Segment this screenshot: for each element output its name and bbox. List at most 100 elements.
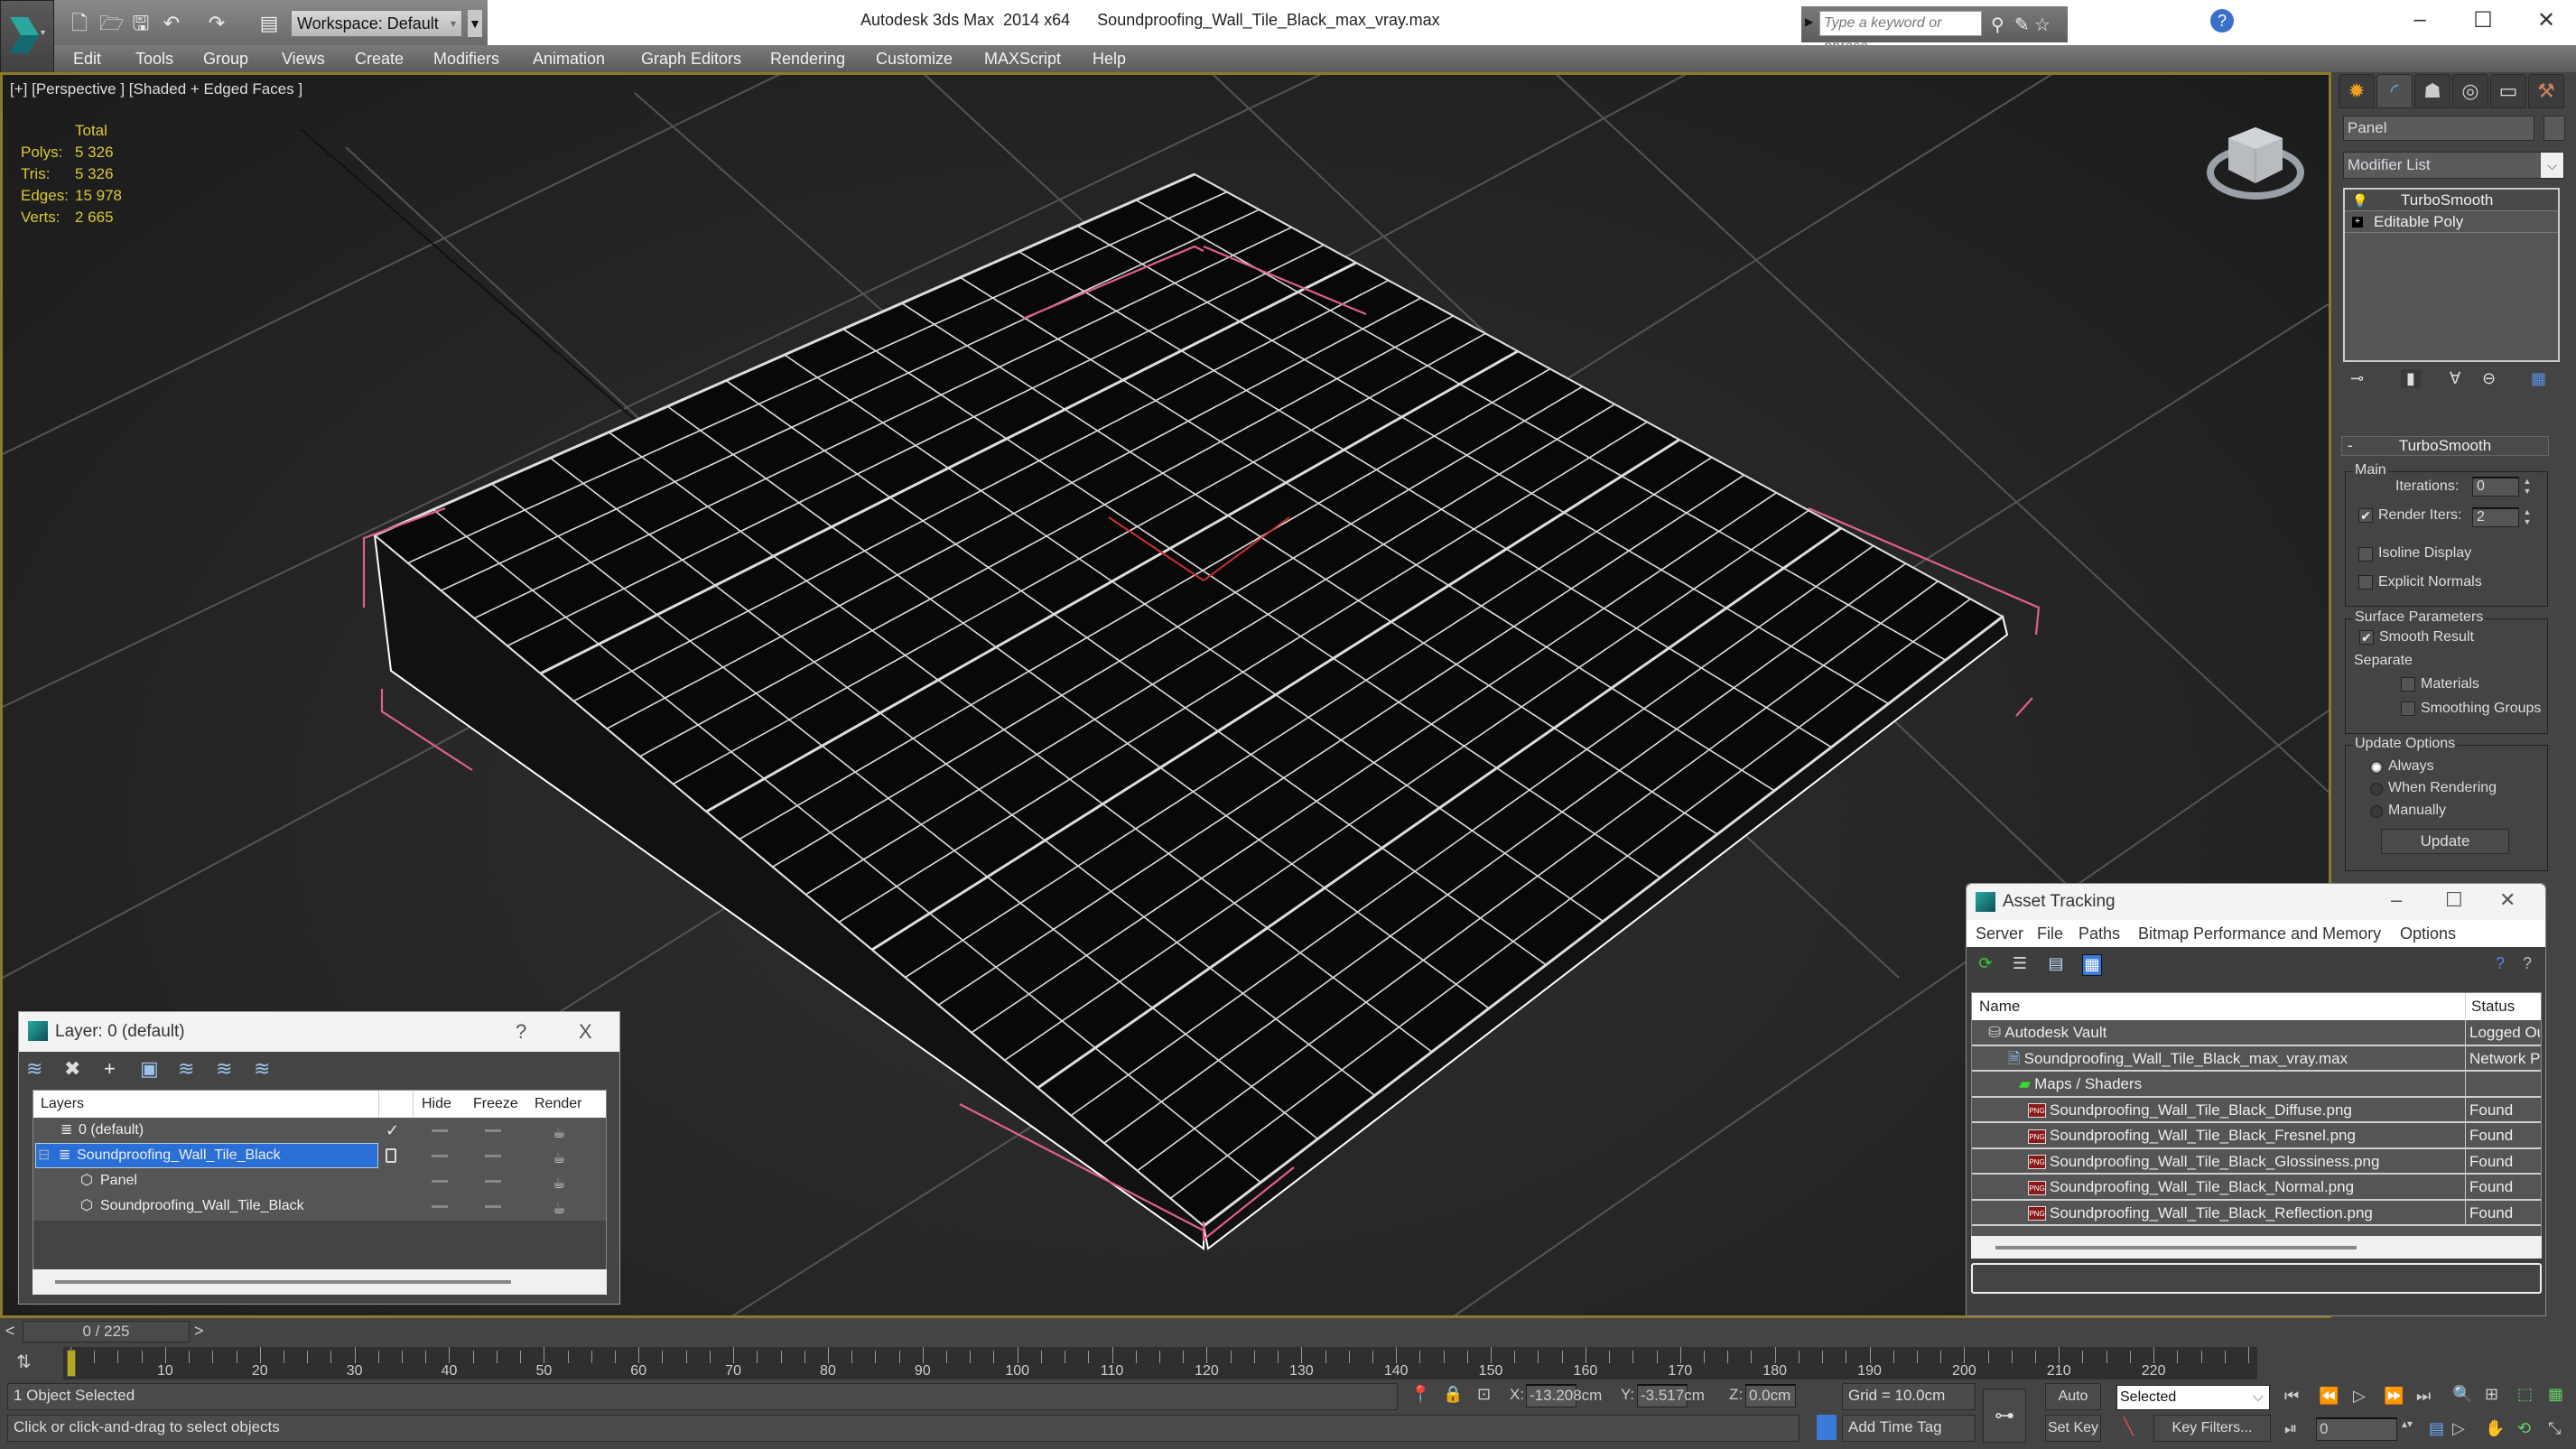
- isoline-display-checkbox[interactable]: [2358, 547, 2373, 562]
- column-layers[interactable]: Layers: [41, 1091, 84, 1118]
- display-tab-icon[interactable]: ▭: [2490, 74, 2526, 108]
- zoom-icon[interactable]: 🔍: [2452, 1385, 2472, 1404]
- key-mode-toggle-icon[interactable]: ⏯: [2284, 1419, 2297, 1438]
- menu-tools[interactable]: Tools: [135, 45, 173, 72]
- pan-hand-icon[interactable]: ✋: [2485, 1419, 2505, 1438]
- maximize-button[interactable]: ☐: [2465, 7, 2501, 33]
- render-teapot-icon[interactable]: ☕: [553, 1197, 565, 1222]
- key-mode-dropdown[interactable]: Selected ⌵: [2116, 1385, 2270, 1410]
- hide-toggle[interactable]: [432, 1205, 448, 1208]
- workspace-dropdown[interactable]: Workspace: Default ▾: [291, 10, 462, 37]
- search-input[interactable]: Type a keyword or phrase: [1819, 11, 1982, 54]
- object-color-swatch[interactable]: [2543, 116, 2565, 141]
- create-tab-icon[interactable]: ✹: [2339, 74, 2375, 108]
- horizontal-scrollbar[interactable]: [33, 1269, 607, 1295]
- freeze-toggle[interactable]: [485, 1180, 501, 1183]
- menu-edit[interactable]: Edit: [73, 45, 101, 72]
- column-freeze[interactable]: Freeze: [473, 1091, 518, 1118]
- motion-tab-icon[interactable]: ◎: [2452, 74, 2488, 108]
- binoculars-icon[interactable]: ⚲: [1991, 14, 2004, 36]
- scrollbar-thumb[interactable]: [1995, 1246, 2357, 1249]
- asset-tracking-titlebar[interactable]: Asset Tracking – ☐ ✕: [1967, 884, 2545, 920]
- favorites-star-icon[interactable]: ☆: [2034, 14, 2051, 36]
- hide-toggle[interactable]: [432, 1155, 448, 1157]
- column-render[interactable]: Render: [535, 1091, 581, 1118]
- menu-file[interactable]: File: [2037, 920, 2063, 947]
- maximize-viewport-icon[interactable]: ⤡: [2548, 1419, 2561, 1438]
- previous-frame-button[interactable]: <: [5, 1322, 15, 1341]
- stack-item-editable-poly[interactable]: + Editable Poly: [2345, 211, 2558, 233]
- asset-row[interactable]: PNG Soundproofing_Wall_Tile_Black_Diffuse…: [1972, 1097, 2541, 1123]
- redo-icon[interactable]: ↷: [206, 13, 228, 34]
- iterations-spinner[interactable]: 0: [2472, 477, 2519, 497]
- freeze-toggle[interactable]: [485, 1155, 501, 1157]
- update-when-rendering-radio[interactable]: [2370, 783, 2383, 795]
- time-slider[interactable]: < 0 / 225 >: [0, 1318, 2576, 1345]
- asset-row[interactable]: PNG Soundproofing_Wall_Tile_Black_Normal.…: [1972, 1175, 2541, 1201]
- help-icon[interactable]: ?: [2210, 9, 2234, 33]
- menu-paths[interactable]: Paths: [2078, 920, 2120, 947]
- menu-modifiers[interactable]: Modifiers: [433, 45, 499, 72]
- key-filters-button[interactable]: Key Filters...: [2153, 1415, 2271, 1442]
- layer-properties-icon[interactable]: ≋: [254, 1057, 270, 1081]
- menu-bitmap-performance[interactable]: Bitmap Performance and Memory: [2138, 920, 2381, 947]
- highlight-selected-layer-icon[interactable]: ≋: [178, 1057, 194, 1081]
- column-status[interactable]: Status: [2471, 993, 2515, 1020]
- hide-freeze-all-icon[interactable]: ≋: [216, 1057, 232, 1081]
- zoom-extents-all-icon[interactable]: ▦: [2548, 1385, 2563, 1404]
- pin-stack-icon[interactable]: ⊸: [2350, 369, 2364, 388]
- explicit-normals-checkbox[interactable]: [2358, 575, 2373, 590]
- workspace-more-button[interactable]: ▼: [468, 10, 482, 37]
- update-manually-radio[interactable]: [2370, 805, 2383, 818]
- spinner-arrows-icon[interactable]: ▴▾: [2402, 1417, 2413, 1430]
- tree-view-icon[interactable]: ▤: [2046, 954, 2066, 976]
- close-button[interactable]: X: [579, 1012, 592, 1052]
- menu-server[interactable]: Server: [1976, 920, 2023, 947]
- auto-key-button[interactable]: Auto Key: [2045, 1383, 2101, 1429]
- expand-plus-icon[interactable]: +: [2352, 217, 2363, 228]
- menu-animation[interactable]: Animation: [533, 45, 605, 72]
- save-icon[interactable]: 🖫: [130, 13, 152, 34]
- hide-toggle[interactable]: [432, 1180, 448, 1183]
- viewport-label-menu[interactable]: [+] [Perspective ] [Shaded + Edged Faces…: [10, 80, 302, 98]
- object-row[interactable]: ⬡ Soundproofing_Wall_Tile_Black ☕: [33, 1194, 606, 1219]
- smoothing-groups-checkbox[interactable]: [2401, 701, 2415, 716]
- select-objects-in-layer-icon[interactable]: ▣: [140, 1057, 159, 1081]
- smooth-result-checkbox[interactable]: ✔: [2359, 630, 2374, 645]
- x-coordinate-field[interactable]: -13.208cm: [1526, 1384, 1602, 1407]
- configure-sets-icon[interactable]: ▦: [2531, 369, 2546, 388]
- undo-icon[interactable]: ↶: [161, 13, 182, 34]
- menu-graph-editors[interactable]: Graph Editors: [641, 45, 741, 72]
- utilities-tab-icon[interactable]: ⚒: [2528, 74, 2564, 108]
- asset-row[interactable]: PNG Soundproofing_Wall_Tile_Black_Reflect…: [1972, 1200, 2541, 1226]
- active-layer-checkmark-icon[interactable]: ✓: [386, 1118, 399, 1143]
- isolate-selection-icon[interactable]: 📍: [1410, 1385, 1430, 1404]
- menu-group[interactable]: Group: [203, 45, 248, 72]
- column-hide[interactable]: Hide: [422, 1091, 451, 1118]
- transform-type-in-icon[interactable]: ⊡: [1477, 1385, 1491, 1404]
- hierarchy-tab-icon[interactable]: ☗: [2414, 74, 2450, 108]
- key-tangent-icon[interactable]: ╲: [2124, 1417, 2134, 1436]
- menu-customize[interactable]: Customize: [876, 45, 953, 72]
- menu-rendering[interactable]: Rendering: [770, 45, 845, 72]
- go-to-end-icon[interactable]: ⏭: [2416, 1387, 2431, 1406]
- layer-dialog-titlebar[interactable]: Layer: 0 (default) ? X: [19, 1012, 619, 1052]
- asset-row[interactable]: PNG Soundproofing_Wall_Tile_Black_Glossin…: [1972, 1148, 2541, 1175]
- object-row[interactable]: ⬡ Panel ☕: [33, 1168, 606, 1194]
- current-frame-marker[interactable]: [67, 1350, 76, 1377]
- asset-row[interactable]: ▰ Maps / Shaders: [1972, 1072, 2541, 1098]
- help-button[interactable]: ?: [516, 1012, 526, 1052]
- make-unique-icon[interactable]: ∀: [2450, 369, 2460, 388]
- render-iters-checkbox[interactable]: ✔: [2358, 508, 2373, 523]
- turbosmooth-rollout-header[interactable]: - TurboSmooth: [2341, 436, 2549, 456]
- column-name[interactable]: Name: [1979, 993, 2020, 1020]
- materials-checkbox[interactable]: [2401, 677, 2415, 692]
- list-view-icon[interactable]: ☰: [2010, 954, 2030, 976]
- stack-item-turbosmooth[interactable]: 💡 TurboSmooth: [2345, 190, 2558, 211]
- layer-row-selected[interactable]: ⊟ ≣ Soundproofing_Wall_Tile_Black ☕: [33, 1143, 606, 1168]
- horizontal-scrollbar[interactable]: [1971, 1236, 2542, 1259]
- close-button[interactable]: ✕: [2499, 882, 2516, 918]
- spinner-arrows-icon[interactable]: ▲ ▼: [2522, 477, 2533, 497]
- new-file-icon[interactable]: 🗋: [69, 13, 90, 34]
- asset-row[interactable]: 🗎 Soundproofing_Wall_Tile_Black_max_vray.…: [1972, 1045, 2541, 1072]
